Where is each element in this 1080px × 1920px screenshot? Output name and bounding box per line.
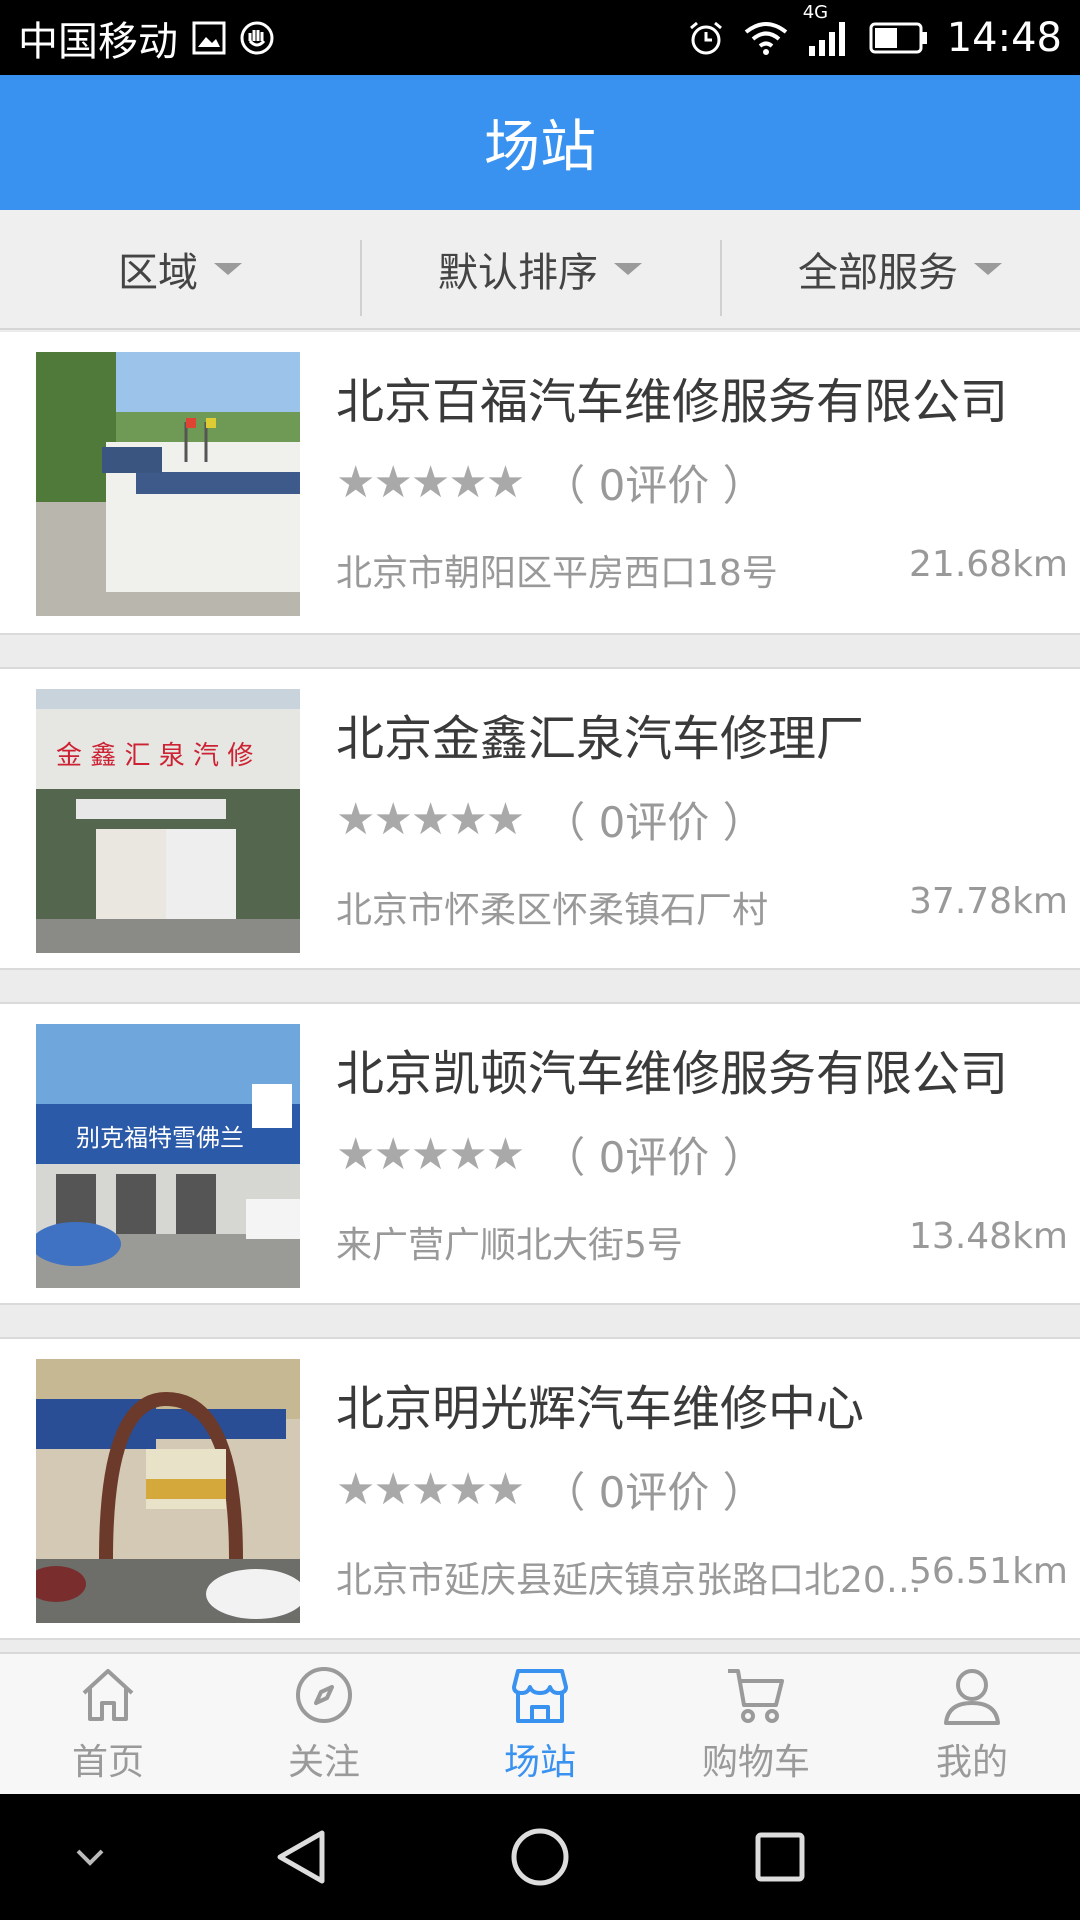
station-photo: 别克福特雪佛兰 [36, 1024, 300, 1288]
system-nav-bar [0, 1794, 1080, 1920]
station-card[interactable]: 金 鑫 汇 泉 汽 修 北京金鑫汇泉汽车修理厂 ★★★★★ （ 0评价 ） 北京… [0, 667, 1080, 970]
station-rating: ★★★★★ （ 0评价 ） [336, 452, 765, 513]
carrier-label: 中国移动 [18, 18, 178, 65]
collapse-button[interactable] [60, 1794, 120, 1920]
caret-down-icon [214, 263, 242, 275]
station-name: 北京百福汽车维修服务有限公司 [336, 374, 1009, 430]
hand-notification-icon [240, 21, 274, 55]
gallery-notification-icon [192, 21, 226, 55]
network-type-label: 4G [802, 1, 829, 23]
rating-stars: ★★★★★ [336, 794, 525, 845]
station-distance: 21.68km [909, 544, 1068, 585]
filter-sort[interactable]: 默认排序 [360, 210, 720, 328]
tab-station-label: 场站 [503, 1742, 576, 1783]
station-card[interactable]: 别克福特雪佛兰 北京凯顿汽车维修服务有限公司 ★★★★★ （ 0评价 ） 来广营… [0, 1002, 1080, 1305]
caret-down-icon [614, 263, 642, 275]
tab-mine[interactable]: 我的 [864, 1654, 1080, 1794]
station-rating: ★★★★★ （ 0评价 ） [336, 1124, 765, 1185]
review-count: （ 0评价 ） [543, 461, 765, 510]
recents-button[interactable] [740, 1794, 820, 1920]
filter-region[interactable]: 区域 [0, 210, 360, 328]
tab-home-label: 首页 [71, 1742, 144, 1783]
station-rating: ★★★★★ （ 0评价 ） [336, 1459, 765, 1520]
back-triangle-icon [277, 1830, 325, 1884]
rating-stars: ★★★★★ [336, 457, 525, 508]
home-button[interactable] [500, 1794, 580, 1920]
clock-label: 14:48 [946, 14, 1062, 61]
station-rating: ★★★★★ （ 0评价 ） [336, 789, 765, 850]
caret-down-icon [974, 263, 1002, 275]
title-bar: 场站 [0, 75, 1080, 210]
recents-square-icon [755, 1832, 805, 1882]
review-count: （ 0评价 ） [543, 1133, 765, 1182]
filter-service-label: 全部服务 [798, 250, 958, 296]
station-photo [36, 1359, 300, 1623]
back-button[interactable] [260, 1794, 340, 1920]
station-address: 北京市怀柔区怀柔镇石厂村 [336, 890, 769, 931]
page-title: 场站 [484, 115, 596, 180]
station-list: 北京百福汽车维修服务有限公司 ★★★★★ （ 0评价 ） 北京市朝阳区平房西口1… [0, 332, 1080, 1672]
wifi-icon [743, 20, 789, 56]
tab-follow-label: 关注 [287, 1742, 360, 1783]
rating-stars: ★★★★★ [336, 1464, 525, 1515]
station-address: 来广营广顺北大街5号 [336, 1225, 683, 1266]
bottom-tab-bar: 首页 关注 场站 购物车 我的 [0, 1652, 1080, 1794]
rating-stars: ★★★★★ [336, 1129, 525, 1180]
home-icon [82, 1669, 134, 1721]
filter-bar: 区域 默认排序 全部服务 [0, 210, 1080, 330]
station-address: 北京市朝阳区平房西口18号 [336, 553, 778, 594]
tab-follow[interactable]: 关注 [216, 1654, 432, 1794]
station-photo [36, 352, 300, 616]
tab-home[interactable]: 首页 [0, 1654, 216, 1794]
compass-icon [296, 1667, 352, 1723]
svg-text:金 鑫 汇 泉 汽 修: 金 鑫 汇 泉 汽 修 [56, 741, 253, 771]
station-name: 北京明光辉汽车维修中心 [336, 1381, 865, 1437]
alarm-icon [687, 19, 725, 57]
svg-text:别克福特雪佛兰: 别克福特雪佛兰 [76, 1124, 244, 1152]
filter-sort-label: 默认排序 [438, 250, 598, 296]
station-distance: 37.78km [909, 881, 1068, 922]
review-count: （ 0评价 ） [543, 798, 765, 847]
station-address: 北京市延庆县延庆镇京张路口北200... [336, 1560, 926, 1601]
station-card[interactable]: 北京明光辉汽车维修中心 ★★★★★ （ 0评价 ） 北京市延庆县延庆镇京张路口北… [0, 1337, 1080, 1640]
user-icon [944, 1669, 1000, 1725]
chevron-down-icon [76, 1849, 104, 1866]
battery-icon [869, 21, 929, 55]
filter-service[interactable]: 全部服务 [720, 210, 1080, 328]
review-count: （ 0评价 ） [543, 1468, 765, 1517]
home-circle-icon [511, 1828, 569, 1886]
station-distance: 56.51km [909, 1551, 1068, 1592]
store-icon [512, 1669, 568, 1723]
filter-region-label: 区域 [118, 250, 198, 296]
signal-icon: 4G [803, 2, 851, 58]
tab-cart[interactable]: 购物车 [648, 1654, 864, 1794]
station-name: 北京金鑫汇泉汽车修理厂 [336, 711, 865, 767]
station-distance: 13.48km [909, 1216, 1068, 1257]
tab-mine-label: 我的 [935, 1742, 1008, 1783]
cart-icon [728, 1669, 784, 1723]
station-card[interactable]: 北京百福汽车维修服务有限公司 ★★★★★ （ 0评价 ） 北京市朝阳区平房西口1… [0, 332, 1080, 635]
tab-cart-label: 购物车 [701, 1742, 810, 1783]
status-bar: 中国移动 4G 14:48 [0, 0, 1080, 75]
station-name: 北京凯顿汽车维修服务有限公司 [336, 1046, 1009, 1102]
tab-station[interactable]: 场站 [432, 1654, 648, 1794]
station-photo: 金 鑫 汇 泉 汽 修 [36, 689, 300, 953]
